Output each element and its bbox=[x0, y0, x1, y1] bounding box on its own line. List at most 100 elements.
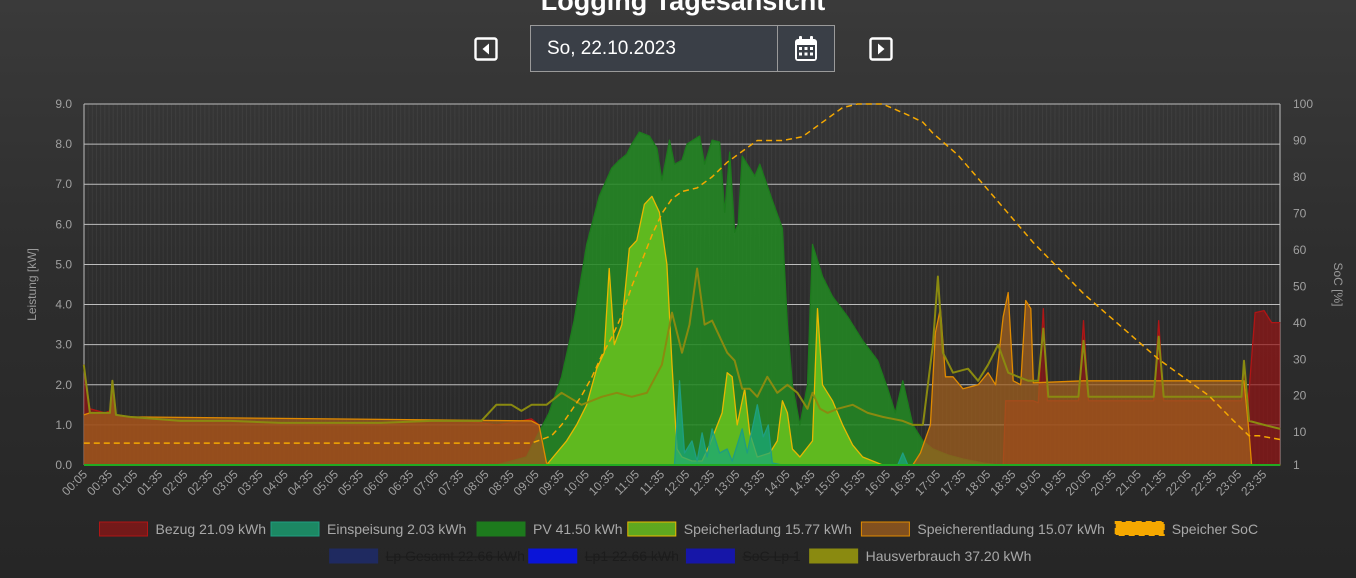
legend-label: Speicherladung 15.77 kWh bbox=[684, 521, 852, 537]
x-tick-label: 05:05 bbox=[310, 467, 341, 498]
x-tick-label: 10:35 bbox=[586, 467, 617, 498]
legend-item-soc_lp1[interactable]: SoC Lp 1 bbox=[685, 548, 801, 564]
x-tick-label: 21:05 bbox=[1113, 467, 1144, 498]
legend-swatch bbox=[1114, 521, 1165, 536]
x-tick-label: 07:05 bbox=[410, 467, 441, 498]
legend-label: Lp1 22.66 kWh bbox=[585, 548, 679, 564]
legend-swatch bbox=[329, 548, 379, 564]
y-tick-left: 2.0 bbox=[55, 378, 72, 392]
x-tick-label: 17:35 bbox=[937, 467, 968, 498]
y-tick-right: 90 bbox=[1293, 133, 1307, 147]
x-tick-label: 22:05 bbox=[1163, 467, 1194, 498]
x-tick-label: 01:35 bbox=[134, 467, 165, 498]
chart-legend: Bezug 21.09 kWh Einspeisung 2.03 kWh PV 41… bbox=[99, 521, 1258, 564]
y-tick-left: 4.0 bbox=[55, 298, 72, 312]
x-tick-label: 22:35 bbox=[1188, 467, 1219, 498]
legend-swatch bbox=[627, 521, 677, 537]
x-tick-label: 02:35 bbox=[184, 467, 215, 498]
x-tick-label: 04:35 bbox=[285, 467, 316, 498]
x-tick-label: 14:35 bbox=[787, 467, 818, 498]
x-tick-label: 19:05 bbox=[1012, 467, 1043, 498]
y-tick-right: 100 bbox=[1293, 97, 1313, 111]
y-tick-left: 9.0 bbox=[55, 97, 72, 111]
power-chart: 0.0 1.0 2.0 3.0 4.0 5.0 6.0 7.0 8.0 9.0 1 10 20 30 40 5… bbox=[25, 97, 1345, 564]
legend-item-pv[interactable]: PV 41.50 kWh bbox=[476, 521, 623, 537]
x-tick-label: 15:35 bbox=[837, 467, 868, 498]
x-tick-label: 21:35 bbox=[1138, 467, 1169, 498]
legend-item-ladung[interactable]: Speicherladung 15.77 kWh bbox=[627, 521, 852, 537]
y-tick-left: 3.0 bbox=[55, 338, 72, 352]
legend-item-entladung[interactable]: Speicherentladung 15.07 kWh bbox=[860, 521, 1105, 537]
legend-label: Lp Gesamt 22.66 kWh bbox=[386, 548, 525, 564]
x-tick-label: 04:05 bbox=[260, 467, 291, 498]
y-tick-left: 5.0 bbox=[55, 257, 72, 271]
x-tick-label: 19:35 bbox=[1038, 467, 1069, 498]
x-tick-label: 09:05 bbox=[511, 467, 542, 498]
legend-item-einspeisung[interactable]: Einspeisung 2.03 kWh bbox=[270, 521, 466, 537]
x-tick-label: 17:05 bbox=[912, 467, 943, 498]
x-tick-label: 05:35 bbox=[335, 467, 366, 498]
x-tick-label: 13:05 bbox=[711, 467, 742, 498]
x-tick-label: 16:35 bbox=[887, 467, 918, 498]
y-tick-right: 70 bbox=[1293, 206, 1307, 220]
legend-swatch bbox=[528, 548, 578, 564]
legend-label: Bezug 21.09 kWh bbox=[156, 521, 267, 537]
x-tick-label: 08:35 bbox=[486, 467, 517, 498]
y-tick-left: 7.0 bbox=[55, 177, 72, 191]
x-tick-label: 18:35 bbox=[987, 467, 1018, 498]
x-tick-label: 02:05 bbox=[159, 467, 190, 498]
legend-label: Speicher SoC bbox=[1172, 521, 1258, 537]
x-tick-label: 11:35 bbox=[637, 467, 668, 498]
x-tick-label: 08:05 bbox=[460, 467, 491, 498]
x-tick-label: 03:05 bbox=[210, 467, 241, 498]
x-tick-label: 15:05 bbox=[812, 467, 843, 498]
y-tick-right: 30 bbox=[1293, 352, 1307, 366]
y-tick-left: 0.0 bbox=[55, 458, 72, 472]
legend-label: Einspeisung 2.03 kWh bbox=[327, 521, 466, 537]
legend-label: PV 41.50 kWh bbox=[533, 521, 623, 537]
x-tick-label: 06:35 bbox=[385, 467, 416, 498]
legend-swatch bbox=[270, 521, 320, 537]
y-axis-right-title: SoC [%] bbox=[1331, 262, 1345, 306]
x-tick-label: 03:35 bbox=[235, 467, 266, 498]
x-tick-label: 14:05 bbox=[762, 467, 793, 498]
legend-swatch bbox=[809, 548, 859, 564]
y-tick-left: 1.0 bbox=[55, 418, 72, 432]
x-tick-label: 23:05 bbox=[1213, 467, 1244, 498]
y-tick-right: 60 bbox=[1293, 243, 1307, 257]
x-tick-label: 20:35 bbox=[1088, 467, 1119, 498]
y-tick-left: 6.0 bbox=[55, 217, 72, 231]
y-tick-right: 1 bbox=[1293, 458, 1300, 472]
x-tick-label: 12:35 bbox=[686, 467, 717, 498]
y-tick-right: 80 bbox=[1293, 170, 1307, 184]
legend-item-bezug[interactable]: Bezug 21.09 kWh bbox=[99, 521, 267, 537]
legend-label: SoC Lp 1 bbox=[742, 548, 801, 564]
legend-item-lp_gesamt[interactable]: Lp Gesamt 22.66 kWh bbox=[329, 548, 525, 564]
x-tick-label: 01:05 bbox=[109, 467, 140, 498]
x-tick-label: 00:35 bbox=[84, 467, 115, 498]
legend-swatch bbox=[860, 521, 910, 537]
legend-swatch bbox=[99, 521, 148, 537]
y-axis-left-title: Leistung [kW] bbox=[25, 248, 39, 321]
legend-item-haus[interactable]: Hausverbrauch 37.20 kWh bbox=[809, 548, 1032, 564]
x-tick-label: 11:05 bbox=[612, 467, 643, 498]
x-tick-label: 10:05 bbox=[561, 467, 592, 498]
legend-swatch bbox=[685, 548, 735, 564]
y-tick-left: 8.0 bbox=[55, 137, 72, 151]
legend-item-lp1[interactable]: Lp1 22.66 kWh bbox=[528, 548, 679, 564]
x-tick-label: 06:05 bbox=[360, 467, 391, 498]
legend-item-soc[interactable]: Speicher SoC bbox=[1114, 521, 1258, 537]
x-tick-label: 12:05 bbox=[661, 467, 692, 498]
x-tick-label: 13:35 bbox=[736, 467, 767, 498]
x-tick-label: 18:05 bbox=[962, 467, 993, 498]
x-tick-label: 07:35 bbox=[435, 467, 466, 498]
y-tick-right: 40 bbox=[1293, 316, 1307, 330]
y-tick-right: 10 bbox=[1293, 425, 1307, 439]
y-tick-right: 50 bbox=[1293, 279, 1307, 293]
x-tick-label: 16:05 bbox=[862, 467, 893, 498]
legend-label: Hausverbrauch 37.20 kWh bbox=[866, 548, 1032, 564]
x-tick-label: 09:35 bbox=[536, 467, 567, 498]
x-tick-label: 20:05 bbox=[1063, 467, 1094, 498]
legend-label: Speicherentladung 15.07 kWh bbox=[917, 521, 1105, 537]
y-tick-right: 20 bbox=[1293, 389, 1307, 403]
